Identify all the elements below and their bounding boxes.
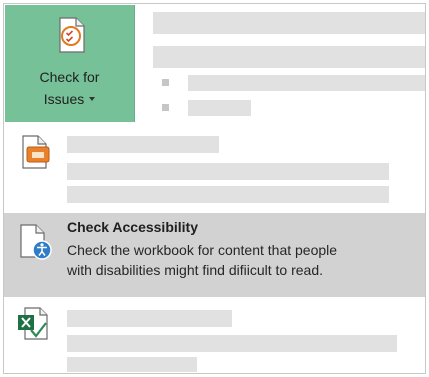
document-presentation-icon (22, 135, 50, 169)
menu-item-description-line1: Check the workbook for content that peop… (67, 242, 338, 258)
placeholder-bar (153, 46, 425, 68)
ribbon-placeholder-panel (135, 4, 425, 122)
placeholder-bar (67, 357, 197, 372)
menu-item-title: Check Accessibility (67, 219, 198, 235)
placeholder-bar (67, 136, 219, 153)
placeholder-bar (67, 335, 397, 352)
document-check-icon (59, 17, 85, 53)
menu-item-inspect[interactable] (4, 122, 425, 208)
check-for-issues-label-line2: Issues (5, 91, 134, 107)
placeholder-bar (188, 75, 425, 91)
menu-item-check-compatibility[interactable] (4, 297, 425, 373)
placeholder-bar (153, 12, 425, 34)
excel-compatibility-icon (18, 307, 48, 340)
placeholder-bar (67, 186, 389, 203)
check-for-issues-dropdown-window: Check for Issues Check Accessibility Che… (3, 3, 426, 374)
placeholder-bullet (162, 79, 169, 86)
ribbon: Check for Issues (4, 4, 425, 122)
accessibility-check-icon (20, 224, 52, 260)
check-for-issues-label-line1: Check for (39, 69, 100, 85)
check-for-issues-label-text: Issues (43, 91, 85, 107)
placeholder-bullet (162, 104, 169, 111)
menu-item-check-accessibility[interactable]: Check Accessibility Check the workbook f… (4, 213, 425, 297)
placeholder-bar (188, 100, 251, 116)
menu-item-description-line2: with disabilities might find difiicult t… (67, 262, 324, 278)
check-for-issues-button[interactable]: Check for Issues (5, 5, 135, 122)
menu-item-description: Check the workbook for content that peop… (67, 240, 417, 280)
chevron-down-icon (89, 97, 96, 102)
placeholder-bar (67, 163, 389, 180)
placeholder-bar (67, 310, 232, 327)
check-for-issues-menu: Check Accessibility Check the workbook f… (4, 122, 425, 373)
